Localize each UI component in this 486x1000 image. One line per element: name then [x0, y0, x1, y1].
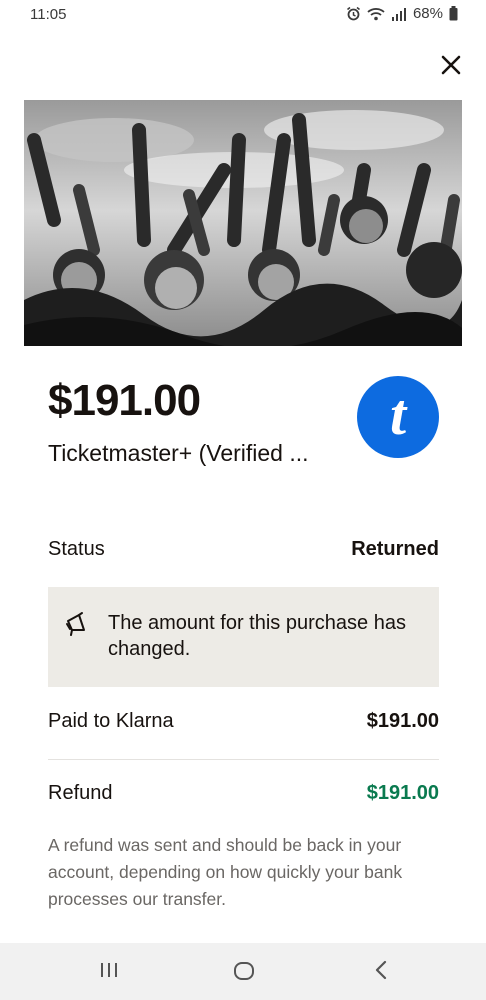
home-button[interactable] [232, 959, 256, 988]
megaphone-icon [64, 611, 90, 637]
refund-value: $191.00 [366, 782, 439, 804]
status-value: Returned [351, 538, 439, 560]
merchant-logo-letter: t [389, 382, 407, 447]
divider [48, 759, 439, 760]
home-icon [234, 962, 254, 980]
paid-label: Paid to Klarna [48, 710, 174, 732]
battery-percent: 68% [412, 5, 443, 22]
notice-text: The amount for this purchase has changed… [108, 612, 406, 660]
amount-changed-notice: The amount for this purchase has changed… [48, 587, 439, 687]
recent-apps-button[interactable] [98, 959, 120, 986]
close-button[interactable] [436, 50, 466, 80]
purchase-amount: $191.00 [48, 376, 201, 425]
refund-note: A refund was sent and should be back in … [48, 835, 403, 909]
status-time: 11:05 [30, 6, 67, 23]
paid-value: $191.00 [366, 710, 439, 732]
battery-icon [449, 6, 458, 21]
alarm-icon [346, 6, 361, 21]
back-icon [375, 960, 387, 980]
back-button[interactable] [372, 959, 392, 986]
hero-image [24, 100, 462, 346]
status-icons: 68% [346, 5, 458, 22]
status-row: Status Returned [48, 538, 439, 561]
status-label: Status [48, 538, 105, 560]
refund-row: Refund $191.00 [48, 782, 439, 805]
merchant-name: Ticketmaster+ (Verified ... [48, 440, 309, 466]
close-icon [441, 55, 461, 75]
wifi-icon [367, 7, 385, 21]
paid-row: Paid to Klarna $191.00 [48, 710, 439, 733]
system-nav-bar [0, 943, 486, 1000]
merchant-logo: t [357, 376, 439, 458]
recent-apps-icon [101, 963, 117, 977]
signal-icon [391, 7, 407, 21]
refund-label: Refund [48, 782, 113, 804]
status-bar: 11:05 68% [0, 0, 486, 30]
